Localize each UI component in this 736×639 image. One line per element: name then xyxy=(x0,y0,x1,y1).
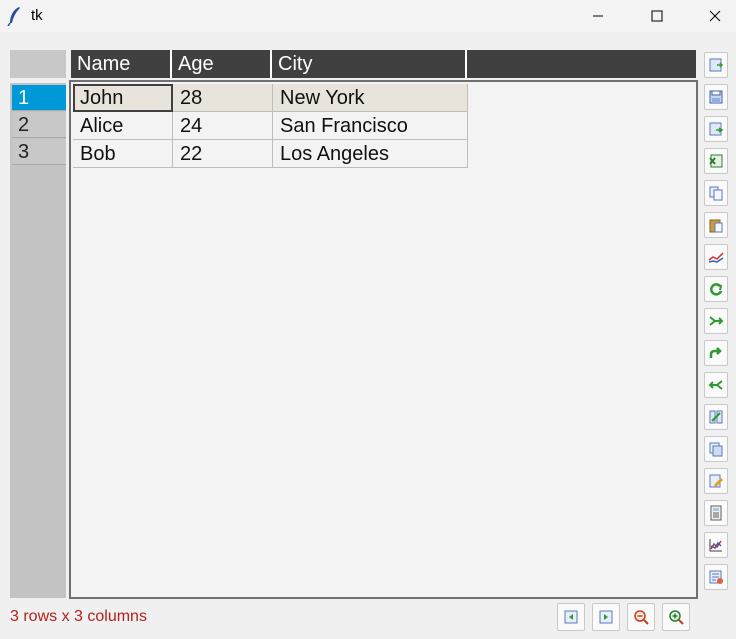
row-index[interactable]: 3 xyxy=(12,139,66,165)
pivot-icon xyxy=(709,347,722,358)
column-header-city[interactable]: City xyxy=(272,50,467,78)
save-as-button[interactable] xyxy=(704,84,728,110)
table-cell[interactable]: Bob xyxy=(73,140,173,168)
close-button[interactable] xyxy=(692,0,736,32)
table-cell[interactable]: 24 xyxy=(173,112,273,140)
zoom-in-button[interactable] xyxy=(662,603,690,631)
edit-button[interactable] xyxy=(704,468,728,494)
save-icon xyxy=(709,58,724,72)
save-as-icon xyxy=(709,90,723,104)
paste-button[interactable] xyxy=(704,212,728,238)
transform-button[interactable] xyxy=(704,276,728,302)
maximize-icon xyxy=(651,10,663,22)
row-index[interactable]: 2 xyxy=(12,112,66,138)
table-info-button[interactable] xyxy=(704,564,728,590)
row-index-panel: 1 2 3 xyxy=(10,83,66,598)
chart-icon xyxy=(709,539,722,552)
minimize-button[interactable] xyxy=(575,0,621,32)
zoom-out-icon xyxy=(634,610,649,625)
table-cell[interactable]: San Francisco xyxy=(273,112,468,140)
prev-page-button[interactable] xyxy=(557,603,585,631)
paste-icon xyxy=(709,219,723,233)
pivot-button[interactable] xyxy=(704,340,728,366)
column-header-name[interactable]: Name xyxy=(71,50,172,78)
column-header-age[interactable]: Age xyxy=(172,50,272,78)
copy-button[interactable] xyxy=(704,180,728,206)
prev-page-icon xyxy=(564,610,578,624)
zoom-out-button[interactable] xyxy=(627,603,655,631)
duplicate-icon xyxy=(709,442,723,457)
melt-button[interactable] xyxy=(704,372,728,398)
table-cell[interactable]: Alice xyxy=(73,112,173,140)
column-header-filler xyxy=(467,50,696,78)
edit-icon xyxy=(709,474,724,488)
minimize-icon xyxy=(593,15,603,17)
melt-icon xyxy=(708,380,723,390)
transform-icon xyxy=(710,283,723,296)
zoom-in-icon xyxy=(669,610,684,625)
merge-icon xyxy=(709,316,724,326)
calculator-icon xyxy=(710,505,722,521)
table-info-icon xyxy=(709,570,723,584)
import-button[interactable] xyxy=(704,116,728,142)
close-icon xyxy=(709,10,721,22)
plot-icon xyxy=(708,252,724,263)
import-icon xyxy=(709,122,724,136)
table-grid[interactable]: John 28 New York Alice 24 San Francisco … xyxy=(69,80,698,599)
calculator-button[interactable] xyxy=(704,500,728,526)
copy-icon xyxy=(709,186,723,201)
feather-icon xyxy=(7,7,20,26)
next-page-icon xyxy=(599,610,613,624)
table-cell[interactable]: Los Angeles xyxy=(273,140,468,168)
table-cell[interactable]: 22 xyxy=(173,140,273,168)
maximize-button[interactable] xyxy=(634,0,680,32)
plot-button[interactable] xyxy=(704,244,728,270)
window-titlebar: tk xyxy=(0,0,736,32)
excel-button[interactable] xyxy=(704,148,728,174)
save-button[interactable] xyxy=(704,52,728,78)
table-corner[interactable] xyxy=(10,50,66,78)
table-cell[interactable]: 28 xyxy=(173,84,273,112)
aggregate-button[interactable] xyxy=(704,404,728,430)
table-cell[interactable]: New York xyxy=(273,84,468,112)
row-index[interactable]: 1 xyxy=(12,85,66,111)
merge-button[interactable] xyxy=(704,308,728,334)
duplicate-button[interactable] xyxy=(704,436,728,462)
table-cell[interactable]: John xyxy=(73,84,173,112)
excel-icon xyxy=(709,154,723,168)
status-text: 3 rows x 3 columns xyxy=(10,608,147,625)
window-title: tk xyxy=(31,7,43,24)
chart-button[interactable] xyxy=(704,532,728,558)
aggregate-icon xyxy=(709,410,723,424)
next-page-button[interactable] xyxy=(592,603,620,631)
